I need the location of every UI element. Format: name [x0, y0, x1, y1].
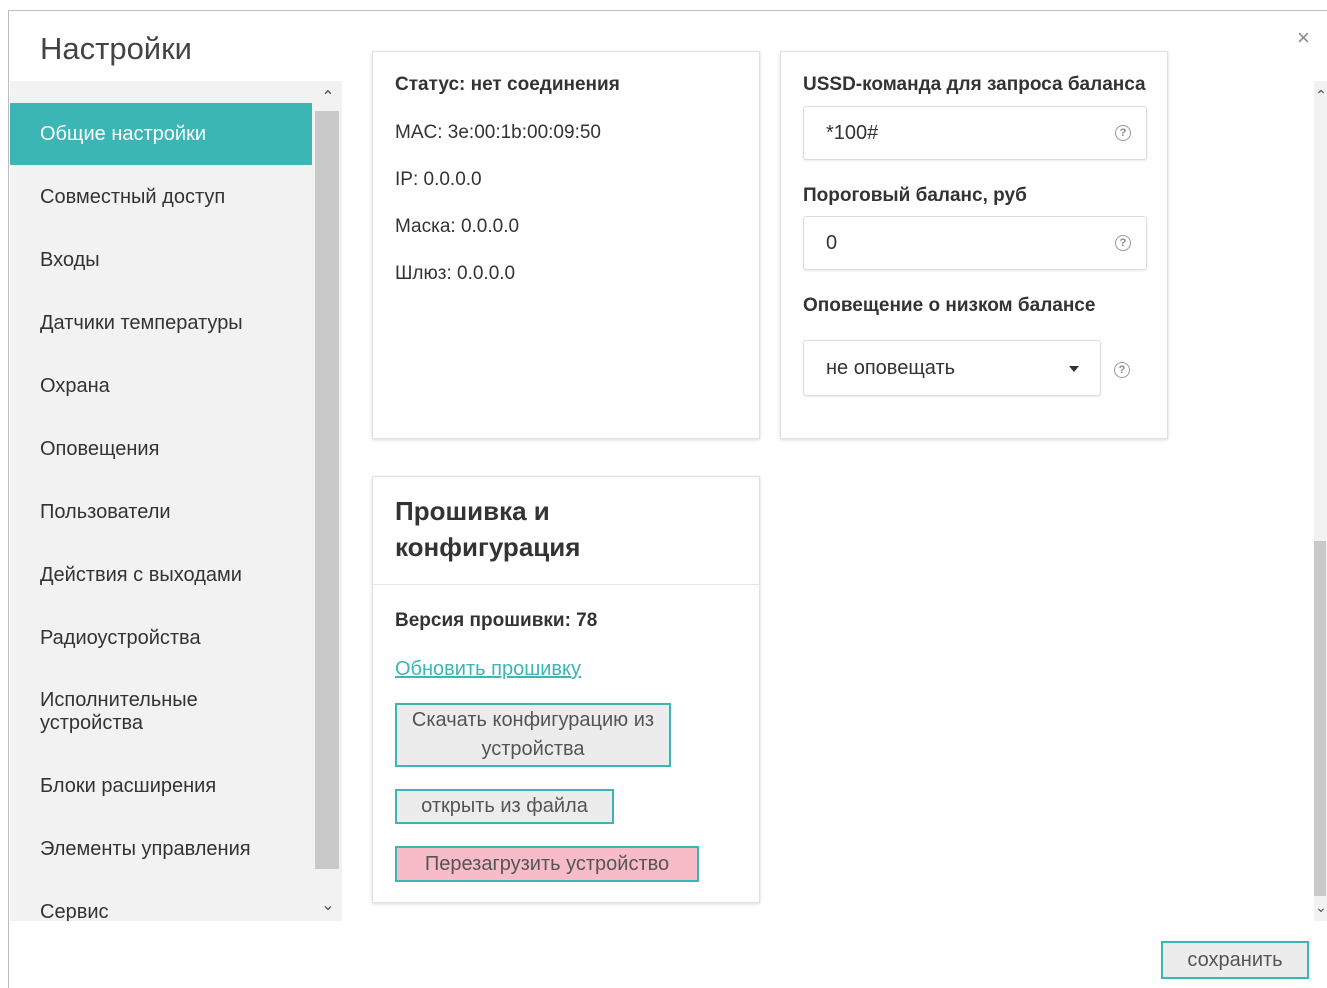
network-gateway: Шлюз: 0.0.0.0 [395, 263, 516, 284]
sidebar-scroll-thumb[interactable] [315, 111, 339, 869]
sidebar-item-service[interactable]: Сервис [10, 881, 312, 922]
settings-dialog: Настройки × Общие настройки Совместный д… [8, 10, 1327, 988]
network-mask: Маска: 0.0.0.0 [395, 216, 520, 237]
sidebar-item-actuators[interactable]: Исполнительные устройства [10, 681, 250, 743]
close-icon[interactable]: × [1297, 25, 1310, 51]
low-balance-select[interactable]: не оповещать [803, 340, 1101, 396]
sidebar-item-output-actions[interactable]: Действия с выходами [10, 544, 312, 606]
sidebar-item-general[interactable]: Общие настройки [10, 103, 312, 165]
chevron-down-icon [1069, 366, 1079, 372]
sidebar-item-controls[interactable]: Элементы управления [10, 818, 312, 880]
scroll-down-icon[interactable]: ⌄ [318, 895, 338, 915]
threshold-input[interactable]: 0 [803, 216, 1147, 270]
network-status: Статус: нет соединения [395, 74, 620, 95]
ussd-label: USSD-команда для запроса баланса [803, 74, 1146, 95]
dialog-title: Настройки [40, 31, 193, 66]
network-card: Статус: нет соединения MAC: 3e:00:1b:00:… [372, 51, 760, 439]
sidebar-item-users[interactable]: Пользователи [10, 481, 312, 543]
help-icon[interactable]: ? [1115, 235, 1131, 251]
download-config-button[interactable]: Скачать конфигурацию из устройства [395, 703, 671, 767]
sidebar-item-shared-access[interactable]: Совместный доступ [10, 166, 312, 228]
open-file-button[interactable]: открыть из файла [395, 789, 614, 824]
low-balance-select-value: не оповещать [826, 356, 956, 379]
firmware-version: Версия прошивки: 78 [395, 610, 598, 631]
sidebar-item-inputs[interactable]: Входы [10, 229, 312, 291]
help-icon[interactable]: ? [1115, 125, 1131, 141]
save-button[interactable]: сохранить [1161, 941, 1309, 979]
scroll-up-icon[interactable]: ⌃ [1314, 87, 1327, 104]
sidebar-nav: Общие настройки Совместный доступ Входы … [10, 81, 342, 921]
reboot-device-button[interactable]: Перезагрузить устройство [395, 846, 699, 882]
sidebar-item-security[interactable]: Охрана [10, 355, 312, 417]
sidebar-item-temperature-sensors[interactable]: Датчики температуры [10, 292, 312, 354]
sidebar-item-expansion-blocks[interactable]: Блоки расширения [10, 755, 312, 817]
threshold-label: Пороговый баланс, руб [803, 185, 1027, 206]
scroll-up-icon[interactable]: ⌃ [318, 87, 338, 107]
scroll-down-icon[interactable]: ⌄ [1314, 899, 1327, 916]
content-scroll-thumb[interactable] [1314, 541, 1326, 896]
low-balance-label: Оповещение о низком балансе [803, 295, 1096, 316]
divider [373, 584, 759, 585]
ussd-input[interactable]: *100# [803, 106, 1147, 160]
update-firmware-link[interactable]: Обновить прошивку [395, 658, 581, 681]
firmware-title: Прошивка и конфигурация [395, 496, 581, 562]
network-mac: MAC: 3e:00:1b:00:09:50 [395, 122, 601, 143]
firmware-card: Прошивка и конфигурация Версия прошивки:… [372, 476, 760, 903]
network-ip: IP: 0.0.0.0 [395, 169, 482, 190]
sidebar-item-notifications[interactable]: Оповещения [10, 418, 312, 480]
help-icon[interactable]: ? [1114, 362, 1130, 378]
gsm-card: USSD-команда для запроса баланса *100# ?… [780, 51, 1168, 439]
sidebar-item-radio-devices[interactable]: Радиоустройства [10, 607, 312, 669]
